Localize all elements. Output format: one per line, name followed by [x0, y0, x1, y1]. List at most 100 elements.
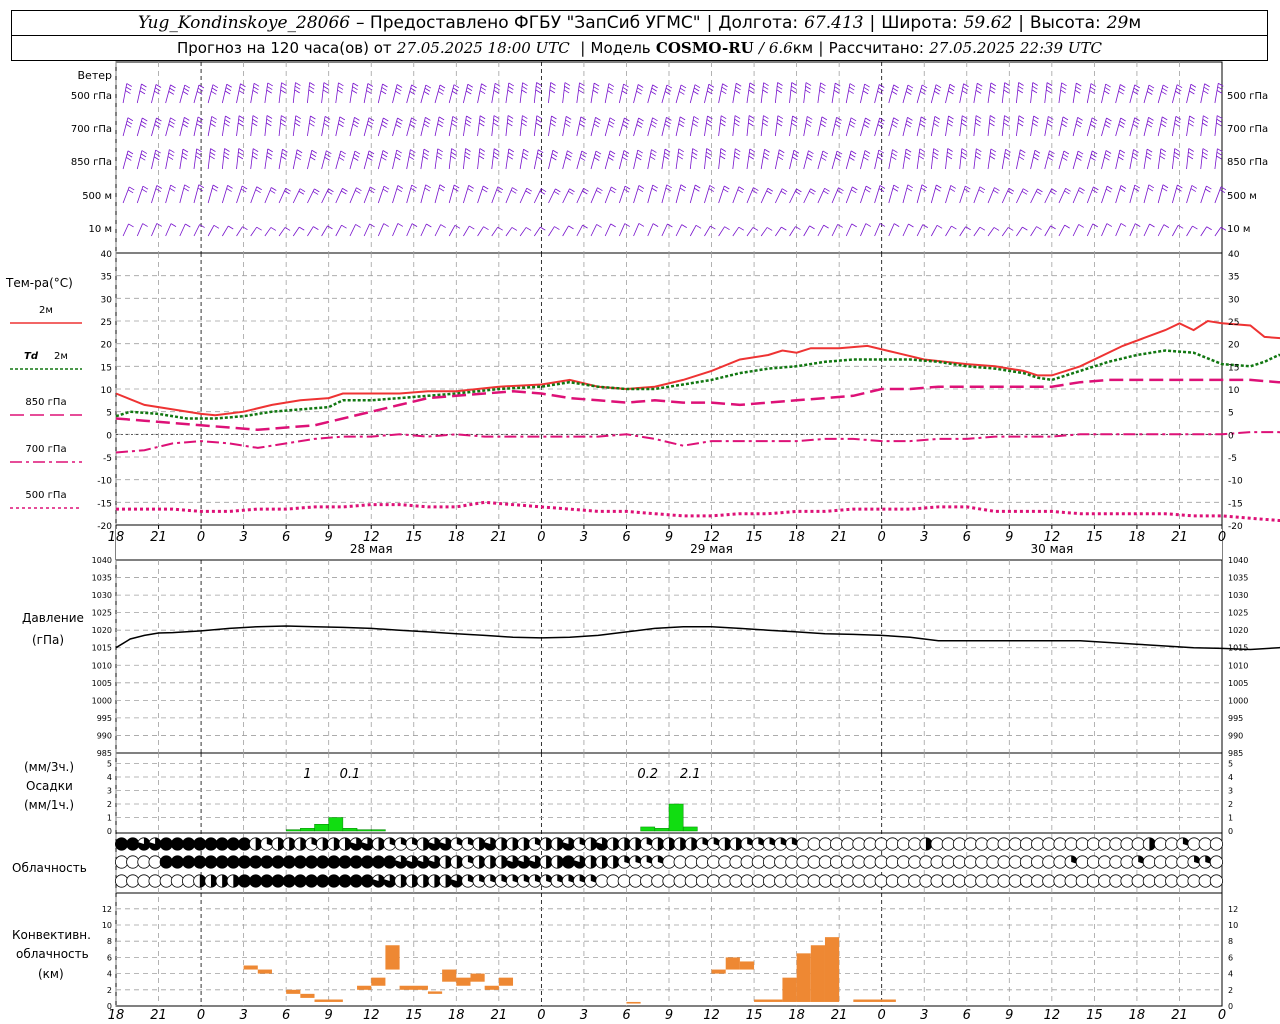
wind-barb-feather — [990, 82, 997, 87]
wind-barb — [1016, 188, 1024, 204]
wind-barb-feather — [834, 86, 840, 91]
cloud-cover-circle — [695, 874, 710, 888]
wind-barb-feather — [464, 155, 470, 160]
wind-barb-feather — [1031, 89, 1038, 94]
cloud-cover-circle — [807, 837, 821, 851]
wind-barb — [576, 116, 582, 137]
wind-barb-feather — [1021, 190, 1028, 195]
wind-barb-feather — [479, 148, 485, 152]
wind-barb — [959, 83, 964, 104]
cloud-cover-circle — [114, 837, 129, 851]
wind-barb-feather — [155, 87, 161, 92]
wind-barb-feather — [906, 87, 913, 92]
wind-barb — [420, 117, 426, 137]
wind-barb-feather — [920, 116, 927, 121]
wind-barb-feather — [1176, 87, 1182, 92]
wind-barb — [1129, 184, 1136, 204]
time-tick-label: 18 — [788, 530, 805, 545]
wind-barb — [519, 188, 528, 204]
wind-barb-feather — [550, 82, 556, 86]
wind-barb — [1129, 223, 1136, 237]
cloud-cover-circle — [1086, 874, 1101, 888]
wind-barb-feather — [396, 84, 403, 88]
wind-barb-feather — [308, 85, 315, 90]
wind-barb-feather — [936, 224, 943, 229]
wind-barb-feather — [638, 185, 645, 189]
wind-barb-feather — [1061, 157, 1068, 161]
wind-barb-feather — [864, 150, 871, 154]
wind-barb-feather — [735, 148, 741, 153]
wind-barb — [817, 150, 824, 170]
wind-barb-feather — [1131, 156, 1138, 160]
wind-barb — [1143, 184, 1150, 204]
wind-barb-feather — [481, 188, 488, 193]
wind-barb-feather — [734, 90, 741, 94]
wind-barb-feather — [479, 122, 485, 127]
wind-barb-feather — [975, 118, 981, 123]
wind-barb-feather — [723, 188, 729, 193]
wind-barb-feather — [266, 155, 272, 160]
wind-barb — [831, 150, 838, 170]
wind-barb — [491, 148, 495, 170]
wind-barb-feather — [650, 91, 657, 95]
wind-barb-feather — [168, 91, 174, 95]
wind-barb-feather — [510, 189, 517, 194]
time-tick-label: 9 — [325, 1008, 333, 1023]
wind-barb-feather — [537, 149, 544, 154]
wind-barb-feather — [878, 149, 884, 154]
wind-barb — [689, 225, 697, 237]
time-tick-label: 21 — [1171, 530, 1188, 545]
wind-barb-feather — [170, 184, 176, 189]
wind-barb — [377, 150, 384, 170]
time-tick-label: 9 — [665, 1008, 673, 1023]
wind-barb-feather — [224, 119, 231, 123]
wind-barb-feather — [271, 187, 277, 191]
time-tick-label: 12 — [703, 1008, 720, 1023]
wind-barb-feather — [197, 187, 204, 192]
wind-barb-feather — [805, 85, 811, 90]
cloud-cover-circle — [1098, 874, 1112, 888]
wind-barb — [179, 184, 186, 204]
wind-barb-feather — [1147, 91, 1153, 95]
wind-barb-feather — [1216, 115, 1223, 119]
cloud-cover-circle — [829, 837, 844, 851]
wind-barb-feather — [795, 226, 801, 230]
wind-barb-feather — [228, 225, 234, 230]
wind-barb-feather — [507, 115, 514, 119]
wind-barb — [477, 226, 484, 237]
wind-barb-feather — [720, 151, 726, 156]
cloud-cover-circle — [1031, 874, 1045, 888]
wind-barb — [945, 225, 952, 237]
cloud-cover-circle — [930, 855, 944, 869]
wind-barb-feather — [464, 151, 471, 156]
wind-barb-feather — [536, 156, 542, 161]
wind-barb-feather — [805, 82, 812, 86]
wind-barb-feather — [128, 223, 134, 228]
temp-tick-label-left: 0 — [106, 431, 112, 441]
wind-barb-feather — [820, 123, 826, 128]
wind-barb-feather — [252, 155, 258, 160]
cloud-cover-circle — [729, 855, 743, 869]
time-tick-label: 21 — [1171, 1008, 1188, 1023]
precip-3h-label: 0.1 — [340, 767, 361, 782]
wind-barb — [760, 115, 764, 137]
wind-barb-feather — [1191, 185, 1198, 189]
temp-tick-label-right: 40 — [1228, 250, 1240, 260]
wind-barb — [959, 185, 966, 204]
wind-barb-feather — [849, 124, 855, 128]
pressure-tick-label-left: 995 — [97, 714, 112, 723]
cloud-cover-circle — [952, 837, 967, 851]
wind-barb-feather — [582, 190, 588, 195]
wind-barb-feather — [142, 185, 149, 190]
wind-barb — [491, 115, 495, 137]
wind-barb-feather — [523, 148, 529, 153]
cloud-cover-circle — [829, 874, 844, 888]
temp-tick-label-left: 35 — [101, 273, 112, 283]
cloud-cover-circle — [226, 855, 240, 869]
wind-barb — [718, 226, 725, 237]
cloud-cover-circle — [1109, 855, 1123, 869]
conv-tick-label-left: 6 — [107, 953, 112, 962]
wind-barb-feather — [280, 89, 286, 94]
wind-barb-feather — [195, 152, 202, 156]
wind-barb-feather — [169, 187, 175, 192]
